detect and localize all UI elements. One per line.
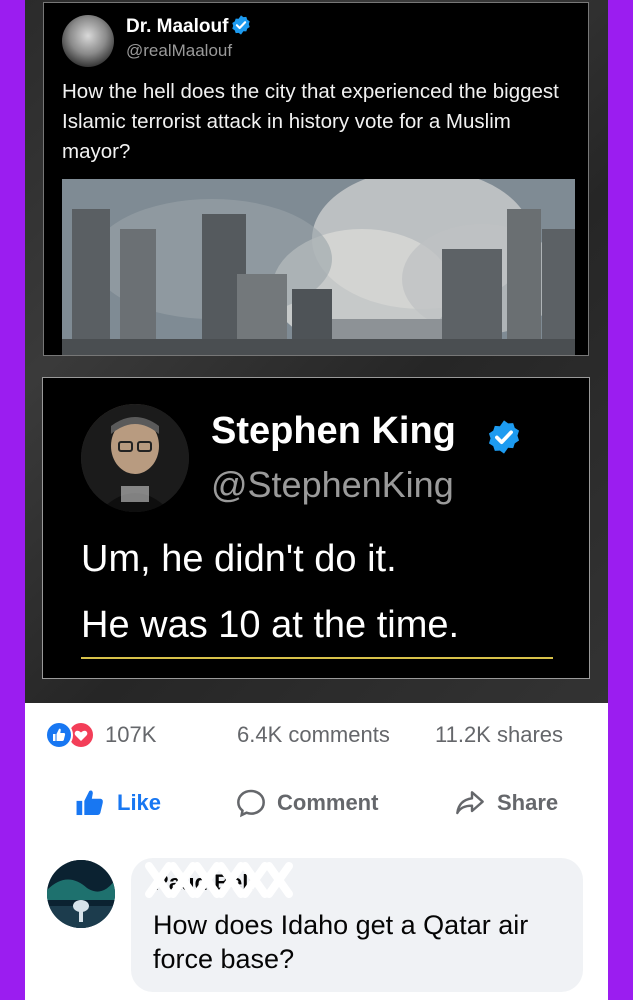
stephen-king-avatar xyxy=(81,404,189,512)
tweet-text: How the hell does the city that experien… xyxy=(62,80,559,163)
like-label: Like xyxy=(117,790,162,815)
commenter-avatar[interactable] xyxy=(47,860,115,928)
redaction-mark xyxy=(145,862,293,898)
tweet-author-handle: @StephenKing xyxy=(211,464,454,505)
post-card: Dr. Maalouf @realMaalouf How the hell do… xyxy=(25,0,608,1000)
comment-label: Comment xyxy=(277,790,379,815)
maalouf-avatar xyxy=(62,15,114,67)
reactions-summary: 107K 6.4K comments 11.2K shares xyxy=(25,703,608,765)
tweet-author-handle: @realMaalouf xyxy=(126,41,233,60)
like-button[interactable]: Like xyxy=(73,786,161,820)
tweet-author-name: Dr. Maalouf xyxy=(126,16,229,37)
verified-badge-icon xyxy=(232,15,250,35)
thumbs-up-icon xyxy=(76,790,103,816)
shares-count[interactable]: 11.2K shares xyxy=(435,722,563,748)
comments-count[interactable]: 6.4K comments xyxy=(237,722,390,748)
share-label: Share xyxy=(497,790,559,815)
comment-button[interactable]: Comment xyxy=(235,786,378,820)
tweet-text-line-1: Um, he didn't do it. xyxy=(81,538,397,580)
tweet-card-maalouf: Dr. Maalouf @realMaalouf How the hell do… xyxy=(43,2,589,356)
post-image[interactable]: Dr. Maalouf @realMaalouf How the hell do… xyxy=(25,0,608,703)
comment-bubble-icon xyxy=(237,789,265,818)
action-bar: Like Comment Share xyxy=(25,770,608,836)
text-underline xyxy=(81,657,553,659)
comment-bubble: Raud Bell How does Idaho get a Qatar air… xyxy=(131,858,583,992)
tweet-text-line-2: He was 10 at the time. xyxy=(81,604,460,646)
tweet-photo xyxy=(62,179,575,355)
share-button[interactable]: Share xyxy=(453,786,558,820)
reaction-count[interactable]: 107K xyxy=(105,722,156,748)
like-reaction-icon[interactable] xyxy=(45,721,73,749)
tweet-author-name: Stephen King xyxy=(211,410,456,452)
verified-badge-icon xyxy=(488,420,520,454)
comment-text: How does Idaho get a Qatar air force bas… xyxy=(153,910,529,974)
share-arrow-icon xyxy=(456,791,484,815)
tweet-card-stephen-king: Stephen King @StephenKing Um, he didn't … xyxy=(42,377,590,679)
